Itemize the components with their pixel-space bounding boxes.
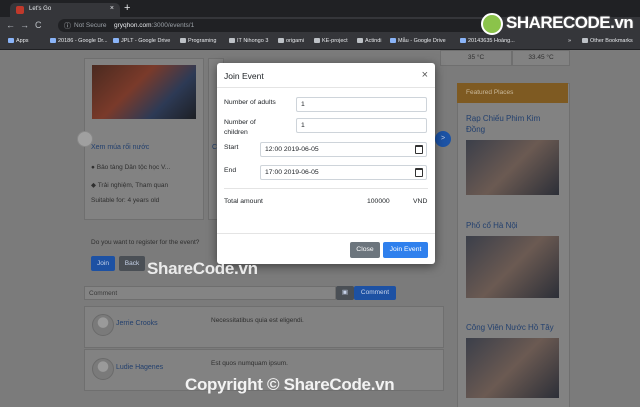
avatar (92, 314, 114, 336)
watermark-bottom: Copyright © ShareCode.vn (185, 375, 395, 394)
place-thumbnail[interactable] (466, 140, 559, 195)
event-location: ● Bảo tàng Dân tộc học V... (91, 164, 171, 171)
adults-input[interactable]: 1 (296, 97, 427, 112)
modal-footer-divider (217, 233, 435, 234)
apps-icon (8, 38, 14, 43)
comment-user[interactable]: Ludie Hagenes (116, 364, 163, 371)
start-label: Start (224, 144, 239, 151)
url-input[interactable]: ⓘ Not Secure gryqhon.com:3000/events/1 (58, 19, 488, 32)
folder-icon (314, 38, 320, 43)
new-tab-icon[interactable]: + (124, 2, 130, 14)
camera-icon[interactable]: ▣ (336, 286, 354, 300)
comment-button[interactable]: Comment (354, 286, 396, 300)
browser-tab[interactable]: Let's Go × (10, 3, 120, 17)
next-arrow-button[interactable]: > (435, 131, 451, 147)
comment-user[interactable]: Jerrie Crooks (116, 320, 158, 327)
back-arrow-icon[interactable]: ← (6, 20, 15, 30)
join-button[interactable]: Join (91, 256, 115, 271)
prev-arrow-button[interactable] (77, 131, 93, 147)
event-card[interactable] (84, 58, 204, 220)
comment-text: Est quos numquam ipsum. (211, 360, 288, 367)
bookmark-item[interactable]: 20186 - Google Dr... (50, 38, 108, 44)
comment-text: Necessitatibus quia est eligendi. (211, 317, 304, 324)
bookmark-apps[interactable]: Apps (8, 38, 29, 44)
event-tags: ◆ Trải nghiệm, Tham quan (91, 182, 169, 189)
end-label: End (224, 167, 237, 174)
event-thumbnail (92, 65, 196, 119)
end-value: 17:00 2019-06-05 (265, 169, 319, 176)
children-input[interactable]: 1 (296, 118, 427, 133)
reload-icon[interactable]: C (35, 20, 42, 30)
modal-title: Join Event (224, 71, 264, 81)
tab-title: Let's Go (29, 6, 52, 12)
forward-arrow-icon[interactable]: → (20, 20, 29, 30)
adults-label: Number of adults (224, 99, 276, 106)
logo-circle-icon (481, 13, 503, 35)
folder-icon (180, 38, 186, 43)
drive-icon (390, 38, 396, 43)
folder-icon (278, 38, 284, 43)
drive-icon (50, 38, 56, 43)
bookmark-folder[interactable]: KE-project (314, 38, 348, 44)
weather-cell: 33.45 °C (512, 50, 570, 66)
bookmark-item[interactable]: JPLT - Google Drive (113, 38, 170, 44)
drive-icon (460, 38, 466, 43)
favicon-icon (16, 6, 24, 14)
info-icon[interactable]: ⓘ (64, 21, 71, 31)
event-suitable: Suitable for: 4 years old (91, 197, 160, 204)
tag-icon: ◆ (91, 182, 98, 189)
featured-place-link[interactable]: Công Viên Nước Hồ Tây (466, 322, 561, 333)
featured-place-link[interactable]: Rạp Chiếu Phim Kim Đồng (466, 113, 561, 135)
calendar-icon[interactable] (415, 168, 423, 177)
not-secure-label: Not Secure (74, 22, 107, 29)
bookmark-folder[interactable]: Actindi (357, 38, 382, 44)
total-amount-label: Total amount (224, 198, 263, 205)
bookmark-folder[interactable]: Programing (180, 38, 216, 44)
join-event-button[interactable]: Join Event (383, 242, 428, 258)
avatar (92, 358, 114, 380)
sharecode-logo: SHARECODE.vn (481, 10, 634, 40)
drive-icon (113, 38, 119, 43)
total-divider (224, 188, 428, 189)
comment-item (84, 306, 444, 348)
url-text: gryqhon.com:3000/events/1 (114, 22, 195, 29)
featured-places-header: Featured Places (457, 83, 568, 103)
weather-cell: 35 °C (440, 50, 512, 66)
bookmark-folder[interactable]: IT Nihongo 3 (229, 38, 268, 44)
folder-icon (357, 38, 363, 43)
folder-icon (229, 38, 235, 43)
bookmark-folder[interactable]: origami (278, 38, 304, 44)
calendar-icon[interactable] (415, 145, 423, 154)
close-tab-icon[interactable]: × (110, 5, 114, 12)
featured-place-link[interactable]: Phố cổ Hà Nội (466, 220, 561, 231)
total-amount-value: 100000 (367, 198, 390, 205)
bookmark-item[interactable]: Mẫu - Google Drive (390, 38, 446, 44)
start-datetime-input[interactable]: 12:00 2019-06-05 (260, 142, 427, 157)
start-value: 12:00 2019-06-05 (265, 146, 319, 153)
close-button[interactable]: Close (350, 242, 380, 258)
comment-input[interactable]: Comment (84, 286, 336, 300)
logo-text: SHARECODE.vn (506, 13, 634, 32)
join-event-modal: Join Event × Number of adults 1 Number o… (217, 63, 435, 264)
currency-label: VND (413, 198, 428, 205)
close-icon[interactable]: × (422, 69, 428, 81)
place-thumbnail[interactable] (466, 236, 559, 298)
register-question: Do you want to register for the event? (91, 239, 200, 246)
place-thumbnail[interactable] (466, 338, 559, 398)
watermark-middle: ShareCode.vn (147, 259, 258, 278)
modal-header-divider (217, 87, 435, 88)
children-label: Number of children (224, 119, 256, 136)
back-button[interactable]: Back (119, 256, 145, 271)
end-datetime-input[interactable]: 17:00 2019-06-05 (260, 165, 427, 180)
event-title-link[interactable]: Xem múa rối nước (91, 144, 149, 151)
